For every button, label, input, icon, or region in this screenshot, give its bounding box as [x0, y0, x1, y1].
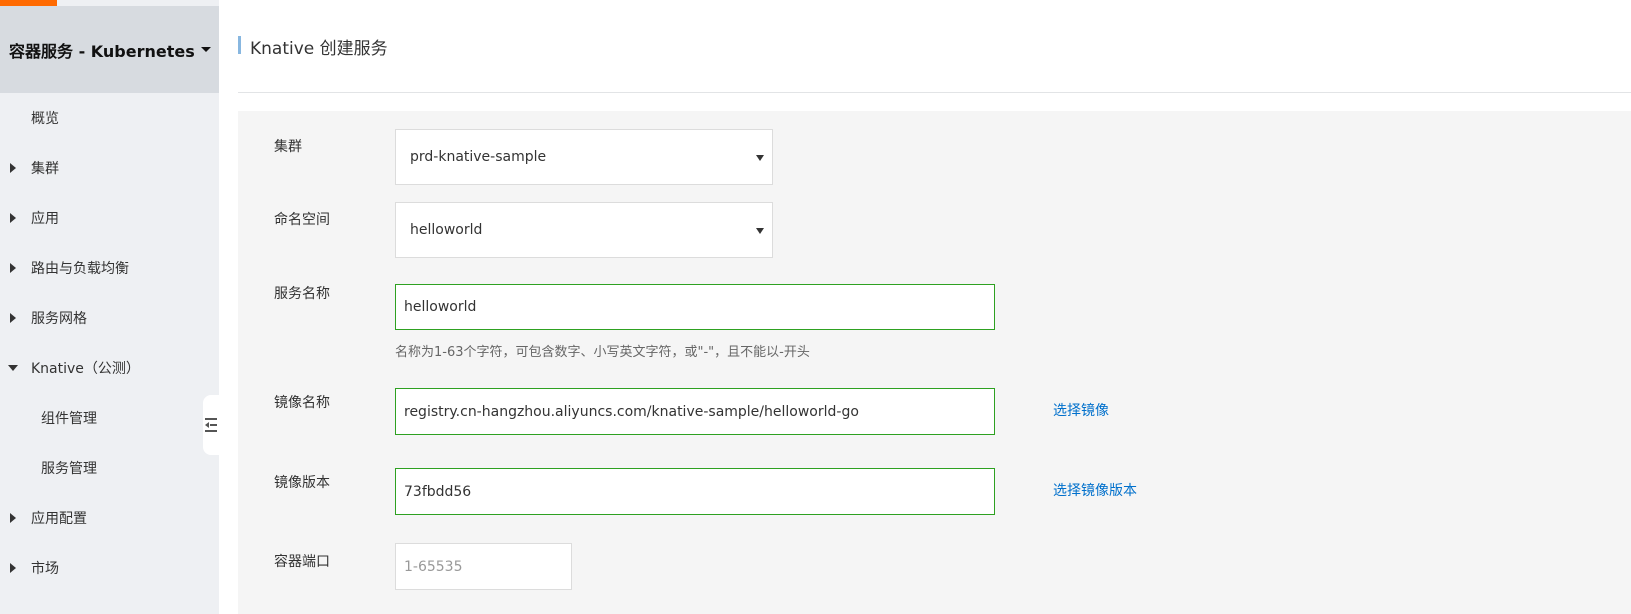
sidebar-item-routing[interactable]: 路由与负载均衡: [0, 243, 219, 293]
sidebar-item-applications[interactable]: 应用: [0, 193, 219, 243]
caret-right-icon: [10, 313, 16, 323]
select-image-version-link[interactable]: 选择镜像版本: [1053, 480, 1137, 500]
caret-right-icon: [10, 163, 16, 173]
sidebar-item-app-config[interactable]: 应用配置: [0, 493, 219, 543]
caret-right-icon: [10, 263, 16, 273]
sidebar-item-label: 路由与负载均衡: [31, 261, 129, 277]
caret-down-icon: [8, 365, 18, 371]
cluster-select-value: prd-knative-sample: [410, 149, 547, 165]
sidebar-item-label: 服务网格: [31, 311, 87, 327]
sidebar-item-service-mesh[interactable]: 服务网格: [0, 293, 219, 343]
sidebar-item-label: 应用: [31, 211, 59, 227]
namespace-select-value: helloworld: [410, 222, 483, 238]
page-title: Knative 创建服务: [250, 39, 388, 59]
sidebar-item-market[interactable]: 市场: [0, 543, 219, 593]
image-name-label: 镜像名称: [274, 395, 330, 411]
image-version-label: 镜像版本: [274, 475, 330, 491]
sidebar-item-label: 概览: [31, 111, 59, 127]
sidebar-item-label: 组件管理: [41, 411, 97, 427]
product-title: 容器服务 - Kubernetes: [9, 41, 195, 61]
sidebar-item-label: 应用配置: [31, 511, 87, 527]
cluster-select[interactable]: prd-knative-sample: [395, 129, 773, 185]
page: 容器服务 - Kubernetes 概览 集群 应用 路由与负载均衡 服务网格: [0, 0, 1631, 614]
namespace-label: 命名空间: [274, 212, 330, 228]
create-service-form: 集群 prd-knative-sample 命名空间 helloworld 服务…: [238, 111, 1631, 614]
namespace-select[interactable]: helloworld: [395, 202, 773, 258]
sidebar-item-knative[interactable]: Knative（公测）: [0, 343, 219, 393]
sidebar-item-overview[interactable]: 概览: [0, 93, 219, 143]
title-accent-bar: [238, 36, 241, 54]
caret-right-icon: [10, 213, 16, 223]
cluster-label: 集群: [274, 139, 302, 155]
image-version-input[interactable]: [395, 468, 995, 515]
sidebar-item-component-management[interactable]: 组件管理: [0, 393, 219, 443]
caret-right-icon: [10, 513, 16, 523]
container-port-label: 容器端口: [274, 554, 330, 570]
sidebar-item-label: 市场: [31, 561, 59, 577]
sidebar-collapse-handle[interactable]: [203, 395, 219, 455]
sidebar-item-service-management[interactable]: 服务管理: [0, 443, 219, 493]
sidebar: 容器服务 - Kubernetes 概览 集群 应用 路由与负载均衡 服务网格: [0, 0, 219, 614]
select-image-link[interactable]: 选择镜像: [1053, 400, 1109, 420]
sidebar-nav: 概览 集群 应用 路由与负载均衡 服务网格 Knative（公测） 组件管理 服…: [0, 93, 219, 593]
collapse-sidebar-icon: [205, 418, 217, 432]
service-name-label: 服务名称: [274, 286, 330, 302]
page-header: Knative 创建服务: [238, 6, 1631, 93]
dropdown-arrow-icon: [756, 228, 764, 234]
sidebar-item-label: Knative（公测）: [31, 361, 140, 377]
caret-right-icon: [10, 563, 16, 573]
sidebar-item-label: 服务管理: [41, 461, 97, 477]
container-port-input[interactable]: [395, 543, 572, 590]
product-switcher[interactable]: 容器服务 - Kubernetes: [0, 6, 219, 93]
dropdown-arrow-icon: [756, 155, 764, 161]
service-name-input[interactable]: [395, 284, 995, 330]
chevron-down-icon: [200, 47, 211, 52]
service-name-hint: 名称为1-63个字符，可包含数字、小写英文字符，或"-"，且不能以-开头: [395, 345, 810, 360]
image-name-input[interactable]: [395, 388, 995, 435]
sidebar-item-clusters[interactable]: 集群: [0, 143, 219, 193]
sidebar-item-label: 集群: [31, 161, 59, 177]
